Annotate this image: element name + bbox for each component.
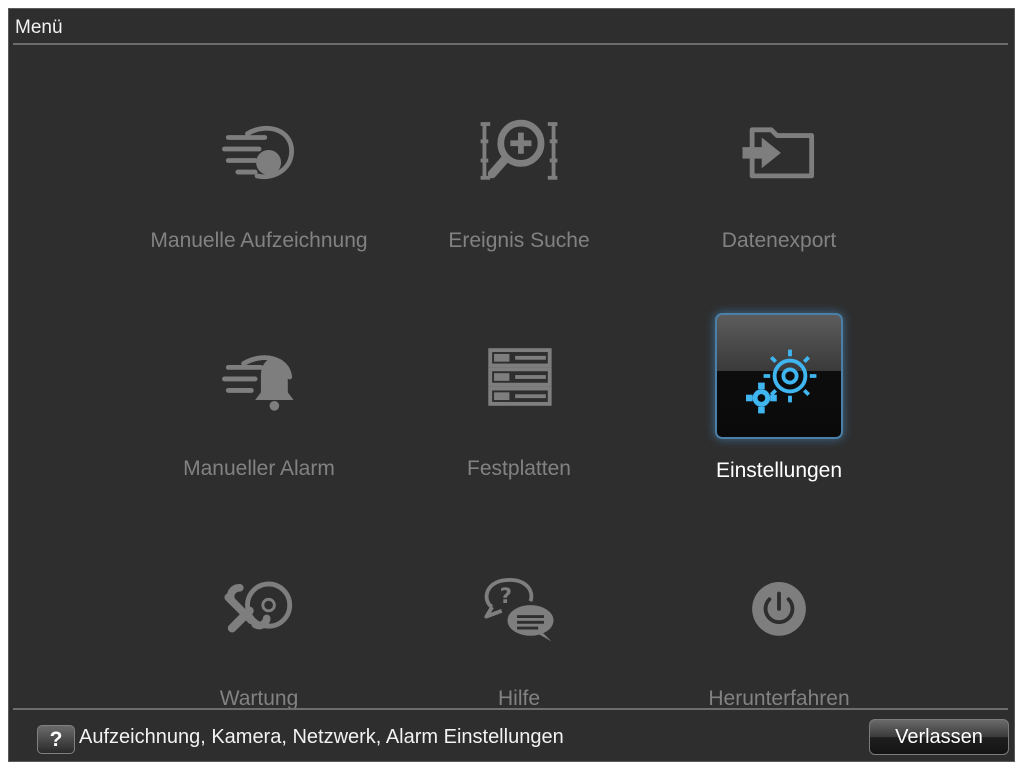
help-icon[interactable]: ? bbox=[37, 725, 75, 754]
menu-item-maintenance[interactable]: Wartung bbox=[119, 547, 399, 747]
menu-item-label: Manuelle Aufzeichnung bbox=[150, 229, 368, 252]
menu-item-data-export[interactable]: Datenexport bbox=[639, 89, 919, 289]
menu-item-settings[interactable]: Einstellungen bbox=[639, 313, 919, 517]
menu-item-hdd[interactable]: Festplatten bbox=[379, 317, 659, 517]
manual-record-icon bbox=[189, 89, 329, 209]
menu-grid: Manuelle Aufzeichnung Ereignis Suche Dat… bbox=[9, 49, 1016, 710]
menu-item-label: Festplatten bbox=[467, 457, 571, 480]
svg-text:?: ? bbox=[500, 583, 512, 608]
menu-item-manual-record[interactable]: Manuelle Aufzeichnung bbox=[119, 89, 399, 289]
title-divider bbox=[13, 43, 1008, 45]
menu-item-label: Datenexport bbox=[721, 229, 837, 252]
maintenance-icon bbox=[189, 547, 329, 667]
menu-item-label: Manueller Alarm bbox=[183, 457, 335, 480]
power-icon bbox=[709, 547, 849, 667]
data-export-icon bbox=[709, 89, 849, 209]
manual-alarm-icon bbox=[189, 317, 329, 437]
menu-item-event-search[interactable]: Ereignis Suche bbox=[379, 89, 659, 289]
menu-window: Menü Manuelle Aufzeichnung Ereignis Such… bbox=[8, 8, 1015, 762]
menu-item-help[interactable]: ? Hilfe bbox=[379, 547, 659, 747]
help-chat-icon: ? bbox=[449, 547, 589, 667]
status-hint-text: Aufzeichnung, Kamera, Netzwerk, Alarm Ei… bbox=[79, 726, 564, 748]
exit-button[interactable]: Verlassen bbox=[869, 719, 1009, 755]
menu-item-manual-alarm[interactable]: Manueller Alarm bbox=[119, 317, 399, 517]
hdd-icon bbox=[449, 317, 589, 437]
event-search-icon bbox=[449, 89, 589, 209]
window-title: Menü bbox=[15, 17, 63, 38]
footer-divider bbox=[13, 708, 1008, 710]
menu-item-label: Einstellungen bbox=[715, 459, 843, 482]
gear-icon bbox=[715, 313, 843, 439]
menu-item-label: Ereignis Suche bbox=[448, 229, 590, 252]
menu-item-shutdown[interactable]: Herunterfahren bbox=[639, 547, 919, 747]
